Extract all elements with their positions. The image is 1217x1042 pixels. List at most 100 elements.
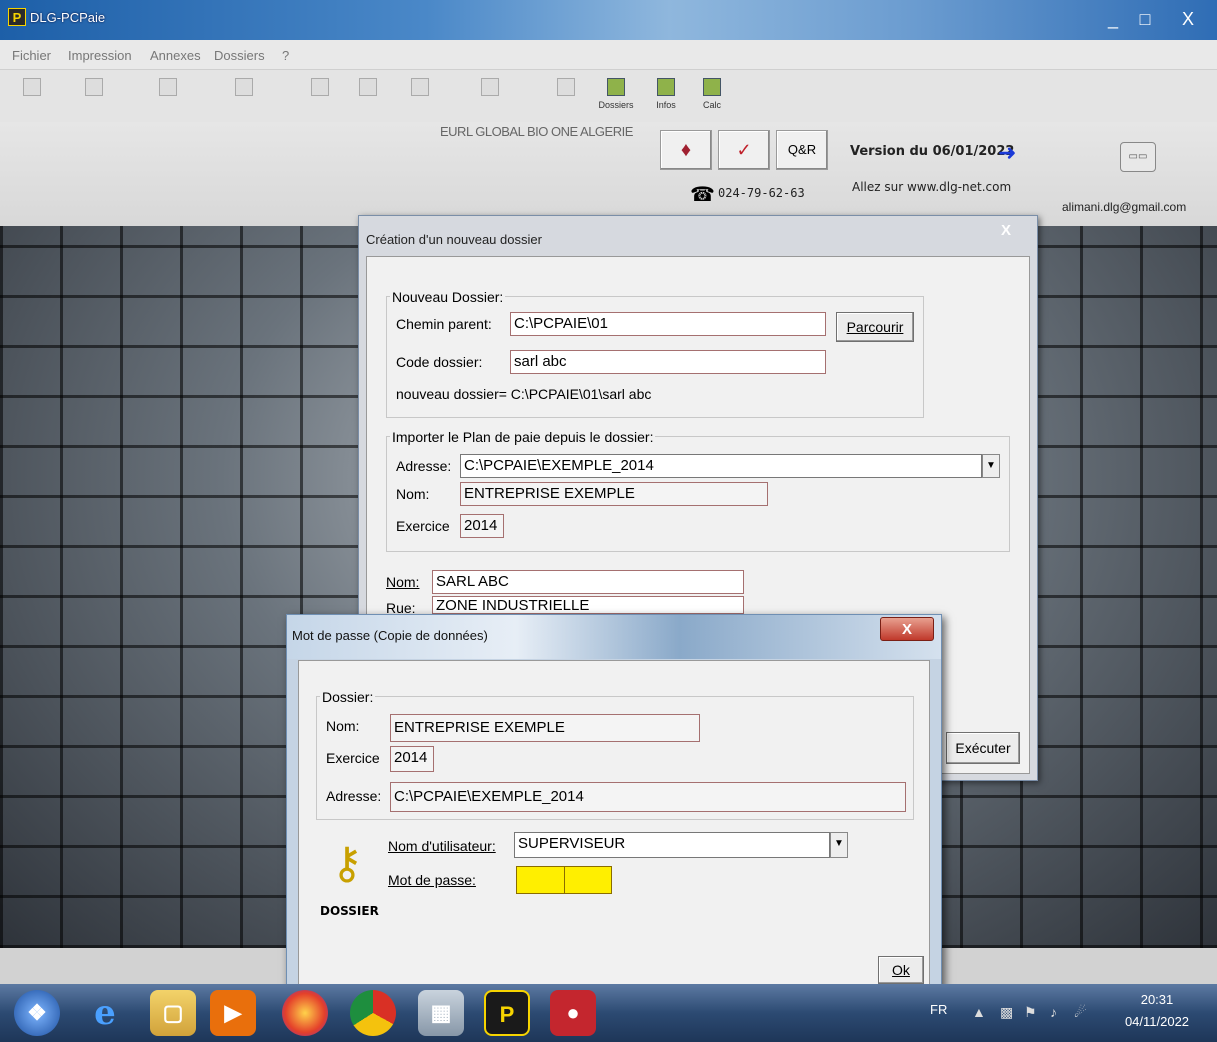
language-indicator[interactable]: FR: [930, 1002, 947, 1017]
username-select[interactable]: SUPERVISEUR: [514, 832, 830, 858]
code-dossier-input[interactable]: sarl abc: [510, 350, 826, 374]
new-folder-path-text: nouveau dossier= C:\PCPAIE\01\sarl abc: [396, 386, 652, 402]
password-dialog-title: Mot de passe (Copie de données): [292, 628, 488, 643]
disabled-icon: [481, 78, 499, 96]
disabled-icon: [311, 78, 329, 96]
disabled-icon: [411, 78, 429, 96]
checkmark-icon: ✓: [736, 140, 752, 160]
dossier-group-label: Dossier:: [320, 689, 376, 705]
username-label: Nom d'utilisateur:: [388, 838, 496, 854]
arrow-right-icon[interactable]: ➜: [998, 140, 1016, 166]
clock-date[interactable]: 04/11/2022: [1112, 1014, 1202, 1029]
tray-volume-icon[interactable]: ♪: [1050, 1004, 1057, 1020]
menu-impression[interactable]: Impression: [68, 48, 132, 63]
menu-fichier[interactable]: Fichier: [12, 48, 51, 63]
chrome-icon[interactable]: [350, 990, 396, 1036]
chevron-down-icon[interactable]: ▼: [982, 454, 1000, 478]
qr-button[interactable]: Q&R: [776, 130, 828, 170]
calculator-app-icon[interactable]: ▦: [418, 990, 464, 1036]
info-icon: [657, 78, 675, 96]
toolbar-button-4[interactable]: [222, 78, 266, 118]
minimize-button[interactable]: _: [1098, 4, 1128, 34]
rue-input[interactable]: ZONE INDUSTRIELLE: [432, 596, 744, 614]
dossier-exercice-field: 2014: [390, 746, 434, 772]
new-folder-dialog-title: Création d'un nouveau dossier: [366, 232, 542, 247]
dossier-adresse-label: Adresse:: [326, 788, 382, 804]
internet-explorer-icon[interactable]: e: [82, 990, 128, 1036]
dossier-exercice-label: Exercice: [326, 750, 380, 766]
password-dialog-close-button[interactable]: X: [880, 617, 934, 641]
title-bar[interactable]: [0, 0, 1217, 40]
id-card-icon[interactable]: ▭▭: [1120, 142, 1156, 172]
toolbar-button-6[interactable]: [346, 78, 390, 118]
toolbar-button-3[interactable]: [146, 78, 190, 118]
disabled-icon: [85, 78, 103, 96]
toolbar-infos-button[interactable]: Infos: [644, 78, 688, 118]
new-folder-group-label: Nouveau Dossier:: [390, 289, 506, 305]
disabled-icon: [23, 78, 41, 96]
code-dossier-label: Code dossier:: [396, 354, 483, 370]
tray-speaker-icon[interactable]: ☄: [1074, 1004, 1087, 1021]
firefox-icon[interactable]: [282, 990, 328, 1036]
import-nom-field: ENTREPRISE EXEMPLE: [460, 482, 768, 506]
windows-logo-icon: ❖: [27, 1000, 47, 1025]
tray-network-icon[interactable]: ▩: [1000, 1004, 1013, 1021]
toolbar-button-1[interactable]: [10, 78, 54, 118]
calculator-icon: [703, 78, 721, 96]
password-input[interactable]: [516, 866, 566, 894]
website-link[interactable]: Allez sur www.dlg-net.com: [852, 180, 1011, 194]
nom-label: Nom:: [386, 574, 420, 590]
media-player-icon[interactable]: ▶: [210, 990, 256, 1036]
import-nom-label: Nom:: [396, 486, 430, 502]
menu-help[interactable]: ?: [282, 48, 289, 63]
email-link[interactable]: alimani.dlg@gmail.com: [1062, 200, 1186, 214]
toolbar-button-7[interactable]: [398, 78, 442, 118]
company-name: EURL GLOBAL BIO ONE ALGERIE: [440, 124, 633, 139]
book-icon: ♦: [680, 139, 692, 161]
file-explorer-icon[interactable]: ▢: [150, 990, 196, 1036]
dossier-nom-label: Nom:: [326, 718, 360, 734]
parcourir-button[interactable]: Parcourir: [836, 312, 914, 342]
toolbar-button-8[interactable]: [468, 78, 512, 118]
toolbar-button-9[interactable]: [544, 78, 588, 118]
new-folder-dialog-close-button[interactable]: X: [986, 220, 1026, 242]
video-recorder-icon[interactable]: ●: [550, 990, 596, 1036]
import-exercice-field: 2014: [460, 514, 504, 538]
toolbar-calc-label: Calc: [702, 100, 721, 110]
dossier-adresse-field: C:\PCPAIE\EXEMPLE_2014: [390, 782, 906, 812]
check-button[interactable]: ✓: [718, 130, 770, 170]
clock-time[interactable]: 20:31: [1120, 992, 1194, 1007]
chemin-parent-input[interactable]: C:\PCPAIE\01: [510, 312, 826, 336]
toolbar-dossiers-label: Dossiers: [598, 100, 634, 110]
disabled-icon: [359, 78, 377, 96]
manual-button[interactable]: ♦: [660, 130, 712, 170]
maximize-button[interactable]: □: [1130, 4, 1160, 34]
toolbar-dossiers-button[interactable]: Dossiers: [594, 78, 638, 118]
disabled-icon: [235, 78, 253, 96]
chevron-down-icon[interactable]: ▼: [830, 832, 848, 858]
pcpaie-taskbar-icon[interactable]: P: [484, 990, 530, 1036]
toolbar-calc-button[interactable]: Calc: [690, 78, 734, 118]
dossier-nom-field: ENTREPRISE EXEMPLE: [390, 714, 700, 742]
menu-annexes[interactable]: Annexes: [150, 48, 201, 63]
toolbar-button-5[interactable]: [298, 78, 342, 118]
menu-dossiers[interactable]: Dossiers: [214, 48, 265, 63]
tray-arrow-icon[interactable]: ▲: [972, 1004, 986, 1020]
toolbar-infos-label: Infos: [656, 100, 676, 110]
start-button[interactable]: ❖: [14, 990, 60, 1036]
close-window-button[interactable]: X: [1170, 4, 1206, 34]
nom-input[interactable]: SARL ABC: [432, 570, 744, 594]
disabled-icon: [557, 78, 575, 96]
key-tag-icon: ⚷: [330, 839, 364, 888]
ok-button[interactable]: Ok: [878, 956, 924, 984]
password-label: Mot de passe:: [388, 872, 476, 888]
executer-button[interactable]: Exécuter: [946, 732, 1020, 764]
version-text: Version du 06/01/2022: [850, 144, 1015, 159]
chemin-parent-label: Chemin parent:: [396, 316, 492, 332]
import-adresse-select[interactable]: C:\PCPAIE\EXEMPLE_2014: [460, 454, 982, 478]
tray-flag-icon[interactable]: ⚑: [1024, 1004, 1037, 1021]
toolbar-button-2[interactable]: [72, 78, 116, 118]
phone-icon: ☎: [690, 184, 715, 206]
import-adresse-label: Adresse:: [396, 458, 452, 474]
password-confirm-input[interactable]: [564, 866, 612, 894]
